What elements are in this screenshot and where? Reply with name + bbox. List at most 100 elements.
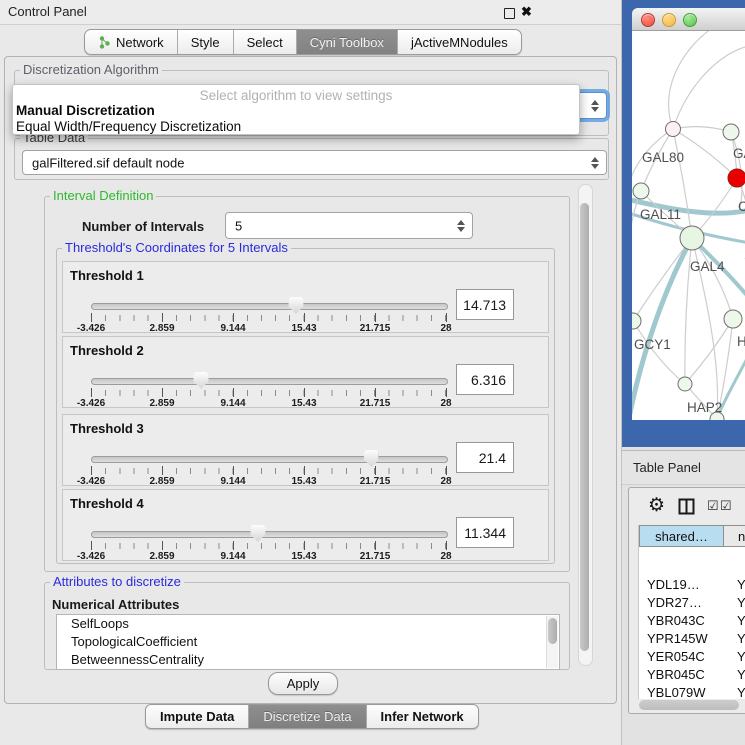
number-of-intervals-combobox[interactable]: 5 bbox=[225, 212, 473, 239]
slider-thumb[interactable] bbox=[194, 372, 209, 389]
tab-jactivemnodules-label: jActiveMNodules bbox=[411, 35, 508, 50]
node-hap2[interactable] bbox=[678, 377, 692, 391]
apply-button[interactable]: Apply bbox=[268, 672, 338, 695]
slider-ticks bbox=[91, 390, 446, 396]
number-of-intervals-value: 5 bbox=[235, 218, 242, 233]
threshold-slider[interactable]: -3.426 2.859 9.144 15.43 21.715 28 bbox=[91, 448, 446, 484]
node-gal11[interactable] bbox=[633, 183, 649, 199]
tab-network[interactable]: Network bbox=[85, 30, 178, 54]
minimize-traffic-light-icon[interactable] bbox=[662, 13, 676, 27]
checkbox-checked-icon[interactable]: ☑ bbox=[707, 498, 719, 514]
tab-select-label: Select bbox=[247, 35, 283, 50]
network-window-titlebar[interactable] bbox=[632, 8, 745, 31]
tick-label: 2.859 bbox=[149, 476, 174, 487]
threshold-value-field[interactable]: 6.316 bbox=[456, 364, 514, 395]
threshold-value-field[interactable]: 14.713 bbox=[456, 289, 514, 320]
checkbox-checked-icon[interactable]: ☑ bbox=[720, 498, 732, 514]
close-traffic-light-icon[interactable] bbox=[641, 13, 655, 27]
tab-discretize-data[interactable]: Discretize Data bbox=[249, 705, 366, 728]
combo-arrows-icon bbox=[591, 100, 599, 112]
table-cell[interactable]: YBR043C bbox=[647, 613, 705, 628]
network-view-window: GAL80 GA GAL11 C GAL4 GCY1 H HAP2 bbox=[632, 8, 745, 420]
table-cell[interactable]: YPR145W bbox=[647, 631, 708, 646]
slider-track[interactable] bbox=[91, 531, 448, 538]
threshold-row: Threshold 2 -3.426 2.859 9.144 15.43 21.… bbox=[62, 336, 549, 408]
slider-track[interactable] bbox=[91, 303, 448, 310]
table-cell[interactable]: YDL19… bbox=[647, 577, 700, 592]
tab-jactivemnodules[interactable]: jActiveMNodules bbox=[398, 30, 521, 54]
table-cell[interactable]: YPR1 bbox=[737, 631, 745, 646]
table-cell[interactable]: YDR27… bbox=[647, 595, 702, 610]
table-cell[interactable]: YER054C bbox=[647, 649, 705, 664]
tab-select[interactable]: Select bbox=[234, 30, 297, 54]
algorithm-option-equal-width[interactable]: Equal Width/Frequency Discretization bbox=[16, 119, 241, 134]
threshold-slider[interactable]: -3.426 2.859 9.144 15.43 21.715 28 bbox=[91, 370, 446, 406]
column-header-name[interactable]: n bbox=[723, 525, 745, 547]
control-panel: Control Panel ✖ Network Style Select Cyn… bbox=[0, 0, 622, 745]
table-cell[interactable]: YDR2 bbox=[737, 595, 745, 610]
tab-infer-network[interactable]: Infer Network bbox=[367, 705, 478, 728]
tick-label: 15.43 bbox=[291, 323, 316, 334]
zoom-traffic-light-icon[interactable] bbox=[683, 13, 697, 27]
list-vertical-scrollbar[interactable] bbox=[546, 616, 558, 668]
threshold-label: Threshold 1 bbox=[70, 268, 144, 283]
threshold-row: Threshold 3 -3.426 2.859 9.144 15.43 21.… bbox=[62, 414, 549, 486]
table-cell[interactable]: YBR045C bbox=[647, 667, 705, 682]
bottom-tab-strip: Impute Data Discretize Data Infer Networ… bbox=[145, 704, 479, 729]
algorithm-option-manual[interactable]: Manual Discretization bbox=[16, 103, 155, 118]
scrollbar-thumb[interactable] bbox=[580, 203, 589, 651]
node-ga[interactable] bbox=[723, 124, 739, 140]
list-item[interactable]: BetweennessCentrality bbox=[57, 651, 559, 669]
threshold-value-field[interactable]: 11.344 bbox=[456, 517, 514, 548]
table-panel-title: Table Panel bbox=[633, 460, 701, 475]
gear-icon[interactable]: ⚙ bbox=[648, 496, 665, 515]
column-header-shared[interactable]: shared… bbox=[639, 525, 724, 547]
panel-vertical-scrollbar[interactable] bbox=[578, 184, 593, 666]
node-label: HAP2 bbox=[687, 400, 722, 415]
thresholds-group-title: Threshold's Coordinates for 5 Intervals bbox=[62, 241, 291, 254]
list-item[interactable]: SelfLoops bbox=[57, 615, 559, 633]
close-icon[interactable]: ✖ bbox=[521, 4, 532, 20]
list-item[interactable]: TopologicalCoefficient bbox=[57, 633, 559, 651]
split-columns-icon[interactable] bbox=[678, 498, 695, 515]
attributes-group-title: Attributes to discretize bbox=[50, 575, 184, 588]
table-cell[interactable]: YBL0 bbox=[737, 685, 745, 699]
network-canvas[interactable]: GAL80 GA GAL11 C GAL4 GCY1 H HAP2 bbox=[632, 31, 745, 420]
numerical-attributes-list[interactable]: SelfLoops TopologicalCoefficient Between… bbox=[56, 614, 560, 670]
node-red-selected[interactable] bbox=[728, 169, 745, 187]
slider-ticks bbox=[91, 315, 446, 321]
tick-label: 2.859 bbox=[149, 551, 174, 562]
node-gal80[interactable] bbox=[666, 122, 681, 137]
slider-track[interactable] bbox=[91, 456, 448, 463]
node-label: H bbox=[737, 334, 745, 349]
table-cell[interactable]: YDL1 bbox=[737, 577, 745, 592]
combo-arrows-icon bbox=[591, 157, 599, 169]
table-cell[interactable]: YBL079W bbox=[647, 685, 706, 699]
table-data-selected-value: galFiltered.sif default node bbox=[32, 155, 184, 170]
threshold-slider[interactable]: -3.426 2.859 9.144 15.43 21.715 28 bbox=[91, 295, 446, 331]
float-window-icon[interactable] bbox=[504, 8, 515, 19]
table-cell[interactable]: YBR0 bbox=[737, 613, 745, 628]
tick-label: 28 bbox=[440, 323, 451, 334]
table-cell[interactable]: YER0 bbox=[737, 649, 745, 664]
combo-arrows-icon bbox=[457, 220, 465, 232]
threshold-value-field[interactable]: 21.4 bbox=[456, 442, 514, 473]
node-h[interactable] bbox=[724, 310, 742, 328]
tab-cyni-toolbox[interactable]: Cyni Toolbox bbox=[297, 30, 398, 54]
number-of-intervals-label: Number of Intervals bbox=[82, 219, 204, 234]
node-gcy1[interactable] bbox=[632, 313, 641, 329]
table-data-combobox[interactable]: galFiltered.sif default node bbox=[22, 150, 607, 175]
scrollbar-thumb[interactable] bbox=[548, 618, 557, 644]
slider-thumb[interactable] bbox=[288, 297, 303, 314]
slider-track[interactable] bbox=[91, 378, 448, 385]
node-label: GCY1 bbox=[634, 337, 671, 352]
algorithm-hint-option[interactable]: Select algorithm to view settings bbox=[13, 88, 579, 103]
table-cell[interactable]: YBR0 bbox=[737, 667, 745, 682]
slider-thumb[interactable] bbox=[250, 525, 265, 542]
tab-style[interactable]: Style bbox=[178, 30, 234, 54]
threshold-slider[interactable]: -3.426 2.859 9.144 15.43 21.715 28 bbox=[91, 523, 446, 559]
tab-impute-data[interactable]: Impute Data bbox=[146, 705, 249, 728]
table-horizontal-scrollbar[interactable] bbox=[639, 700, 739, 710]
slider-thumb[interactable] bbox=[364, 450, 379, 467]
node-gal4[interactable] bbox=[680, 226, 704, 250]
